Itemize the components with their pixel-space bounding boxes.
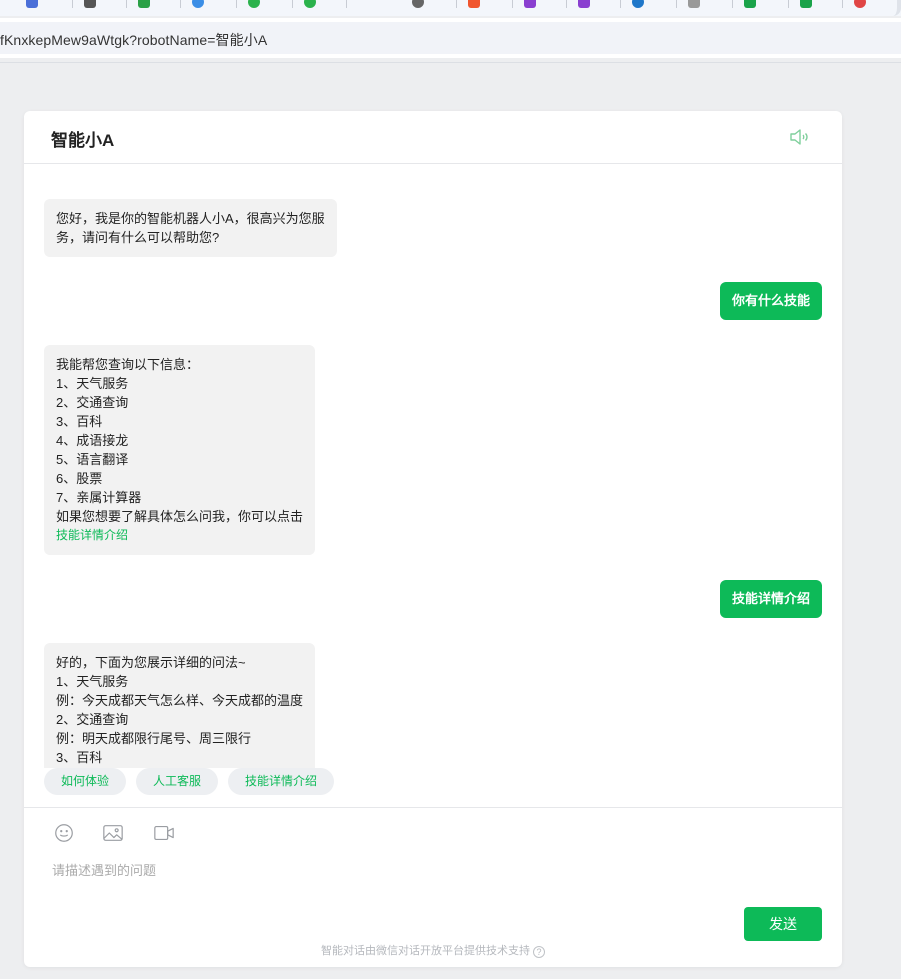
bookmark-icon[interactable] — [304, 0, 316, 8]
footer-text: 智能对话由微信对话开放平台提供技术支持 — [321, 945, 530, 957]
bookmark-separator — [236, 0, 237, 8]
bookmark-separator — [72, 0, 73, 8]
bookmark-icon[interactable] — [524, 0, 536, 8]
bookmark-separator — [512, 0, 513, 8]
bookmark-icon[interactable] — [688, 0, 700, 8]
bookmark-separator — [620, 0, 621, 8]
message-line: 如果您想要了解具体怎么问我，你可以点击 — [56, 509, 304, 524]
message-line: 好的，下面为您展示详细的问法~ — [56, 655, 246, 670]
bookmark-icon[interactable] — [138, 0, 150, 8]
message-line: 1、天气服务 — [56, 376, 129, 391]
speaker-icon[interactable] — [788, 125, 812, 149]
browser-divider — [0, 62, 901, 63]
bookmark-separator — [180, 0, 181, 8]
message-line: 我能帮您查询以下信息： — [56, 357, 200, 372]
help-icon[interactable]: ? — [533, 946, 545, 958]
image-icon[interactable] — [101, 822, 125, 844]
video-icon[interactable] — [152, 822, 176, 844]
message-line: 5、语言翻译 — [56, 452, 129, 467]
composer: 发送 智能对话由微信对话开放平台提供技术支持? — [24, 807, 842, 967]
bookmark-icon[interactable] — [192, 0, 204, 8]
bookmark-icon[interactable] — [578, 0, 590, 8]
footer-note: 智能对话由微信对话开放平台提供技术支持? — [24, 942, 842, 958]
chat-title: 智能小A — [51, 131, 115, 150]
message-line: 3、百科 — [56, 750, 103, 765]
message-line: 您好，我是你的智能机器人小A，很高兴为您服 — [56, 211, 325, 226]
bookmark-separator — [346, 0, 347, 8]
bookmark-icon[interactable] — [632, 0, 644, 8]
url-text[interactable]: fKnxkepMew9aWtgk?robotName=智能小A — [0, 30, 267, 50]
bookmark-icon[interactable] — [84, 0, 96, 8]
bookmark-separator — [732, 0, 733, 8]
url-field[interactable]: fKnxkepMew9aWtgk?robotName=智能小A — [0, 22, 901, 54]
skill-detail-link[interactable]: 技能详情介绍 — [56, 526, 303, 545]
bookmark-icon[interactable] — [800, 0, 812, 8]
message-line: 3、百科 — [56, 414, 103, 429]
user-message: 你有什么技能 — [719, 282, 822, 320]
message-line: 1、天气服务 — [56, 674, 129, 689]
message-line: 6、股票 — [56, 471, 103, 486]
message-line: 2、交通查询 — [56, 395, 129, 410]
bookmark-icon[interactable] — [468, 0, 480, 8]
message-line: 4、成语接龙 — [56, 433, 129, 448]
bookmark-separator — [842, 0, 843, 8]
chat-header: 智能小A — [24, 111, 842, 164]
bot-message: 好的，下面为您展示详细的问法~ 1、天气服务 例：今天成都天气怎么样、今天成都的… — [44, 643, 316, 768]
message-line: 2、交通查询 — [56, 712, 129, 727]
quick-reply-how-to-try[interactable]: 如何体验 — [44, 768, 127, 795]
bookmark-separator — [676, 0, 677, 8]
chat-window: 智能小A 您好，我是你的智能机器人小A，很高兴为您服 务，请问有什么可以帮助您?… — [24, 111, 842, 967]
emoji-icon[interactable] — [52, 822, 76, 844]
user-message: 技能详情介绍 — [719, 580, 822, 618]
bot-message: 我能帮您查询以下信息： 1、天气服务 2、交通查询 3、百科 4、成语接龙 5、… — [44, 345, 316, 555]
bookmark-separator — [126, 0, 127, 8]
message-line: 例：明天成都限行尾号、周三限行 — [56, 731, 252, 746]
bookmark-icon[interactable] — [412, 0, 424, 8]
bot-message: 您好，我是你的智能机器人小A，很高兴为您服 务，请问有什么可以帮助您? — [44, 199, 337, 257]
bookmark-icon[interactable] — [26, 0, 38, 8]
message-input[interactable] — [52, 860, 812, 900]
quick-reply-human-service[interactable]: 人工客服 — [136, 768, 219, 795]
bookmark-separator — [788, 0, 789, 8]
quick-reply-skill-detail[interactable]: 技能详情介绍 — [228, 768, 335, 795]
send-button[interactable]: 发送 — [744, 907, 822, 941]
message-line: 例：今天成都天气怎么样、今天成都的温度 — [56, 693, 304, 708]
bookmark-icon[interactable] — [744, 0, 756, 8]
message-line: 7、亲属计算器 — [56, 490, 142, 505]
message-list[interactable]: 您好，我是你的智能机器人小A，很高兴为您服 务，请问有什么可以帮助您? 你有什么… — [24, 165, 842, 768]
bookmarks-bar-edge — [887, 0, 901, 16]
bookmarks-bar — [0, 0, 901, 16]
bookmark-icon[interactable] — [248, 0, 260, 8]
address-bar: fKnxkepMew9aWtgk?robotName=智能小A — [0, 18, 901, 58]
bookmark-separator — [456, 0, 457, 8]
bookmark-icon[interactable] — [854, 0, 866, 8]
bookmark-separator — [292, 0, 293, 8]
message-line: 务，请问有什么可以帮助您? — [56, 230, 220, 245]
bookmark-separator — [566, 0, 567, 8]
